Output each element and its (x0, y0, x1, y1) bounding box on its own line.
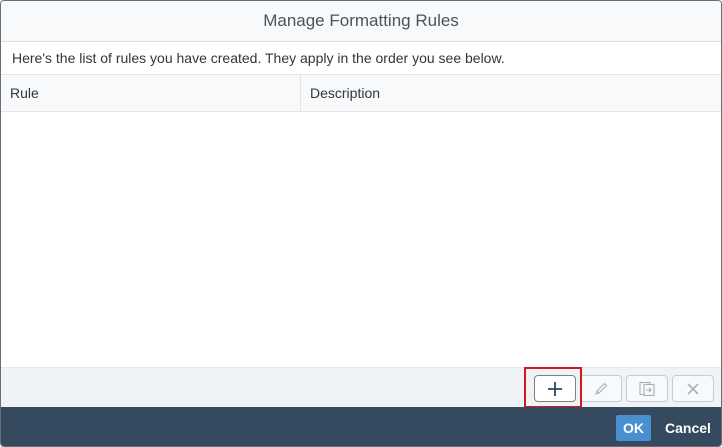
column-header-rule[interactable]: Rule (1, 75, 301, 111)
manage-formatting-rules-dialog: Manage Formatting Rules Here's the list … (0, 0, 722, 447)
column-header-description[interactable]: Description (301, 75, 721, 111)
cancel-button[interactable]: Cancel (660, 415, 716, 441)
rules-toolbar (1, 367, 721, 407)
edit-rule-button[interactable] (580, 375, 622, 402)
delete-rule-button[interactable] (672, 375, 714, 402)
rules-table-body (1, 112, 721, 367)
pencil-icon (595, 382, 608, 395)
dialog-title: Manage Formatting Rules (263, 11, 459, 30)
duplicate-rule-button[interactable] (626, 375, 668, 402)
dialog-footer: OK Cancel (1, 407, 721, 446)
ok-button[interactable]: OK (616, 415, 651, 441)
add-button-highlight (524, 367, 582, 408)
rules-table-header: Rule Description (1, 74, 721, 112)
duplicate-icon (639, 381, 655, 396)
intro-text: Here's the list of rules you have create… (12, 50, 505, 66)
dialog-header: Manage Formatting Rules (1, 1, 721, 42)
close-icon (687, 382, 699, 395)
